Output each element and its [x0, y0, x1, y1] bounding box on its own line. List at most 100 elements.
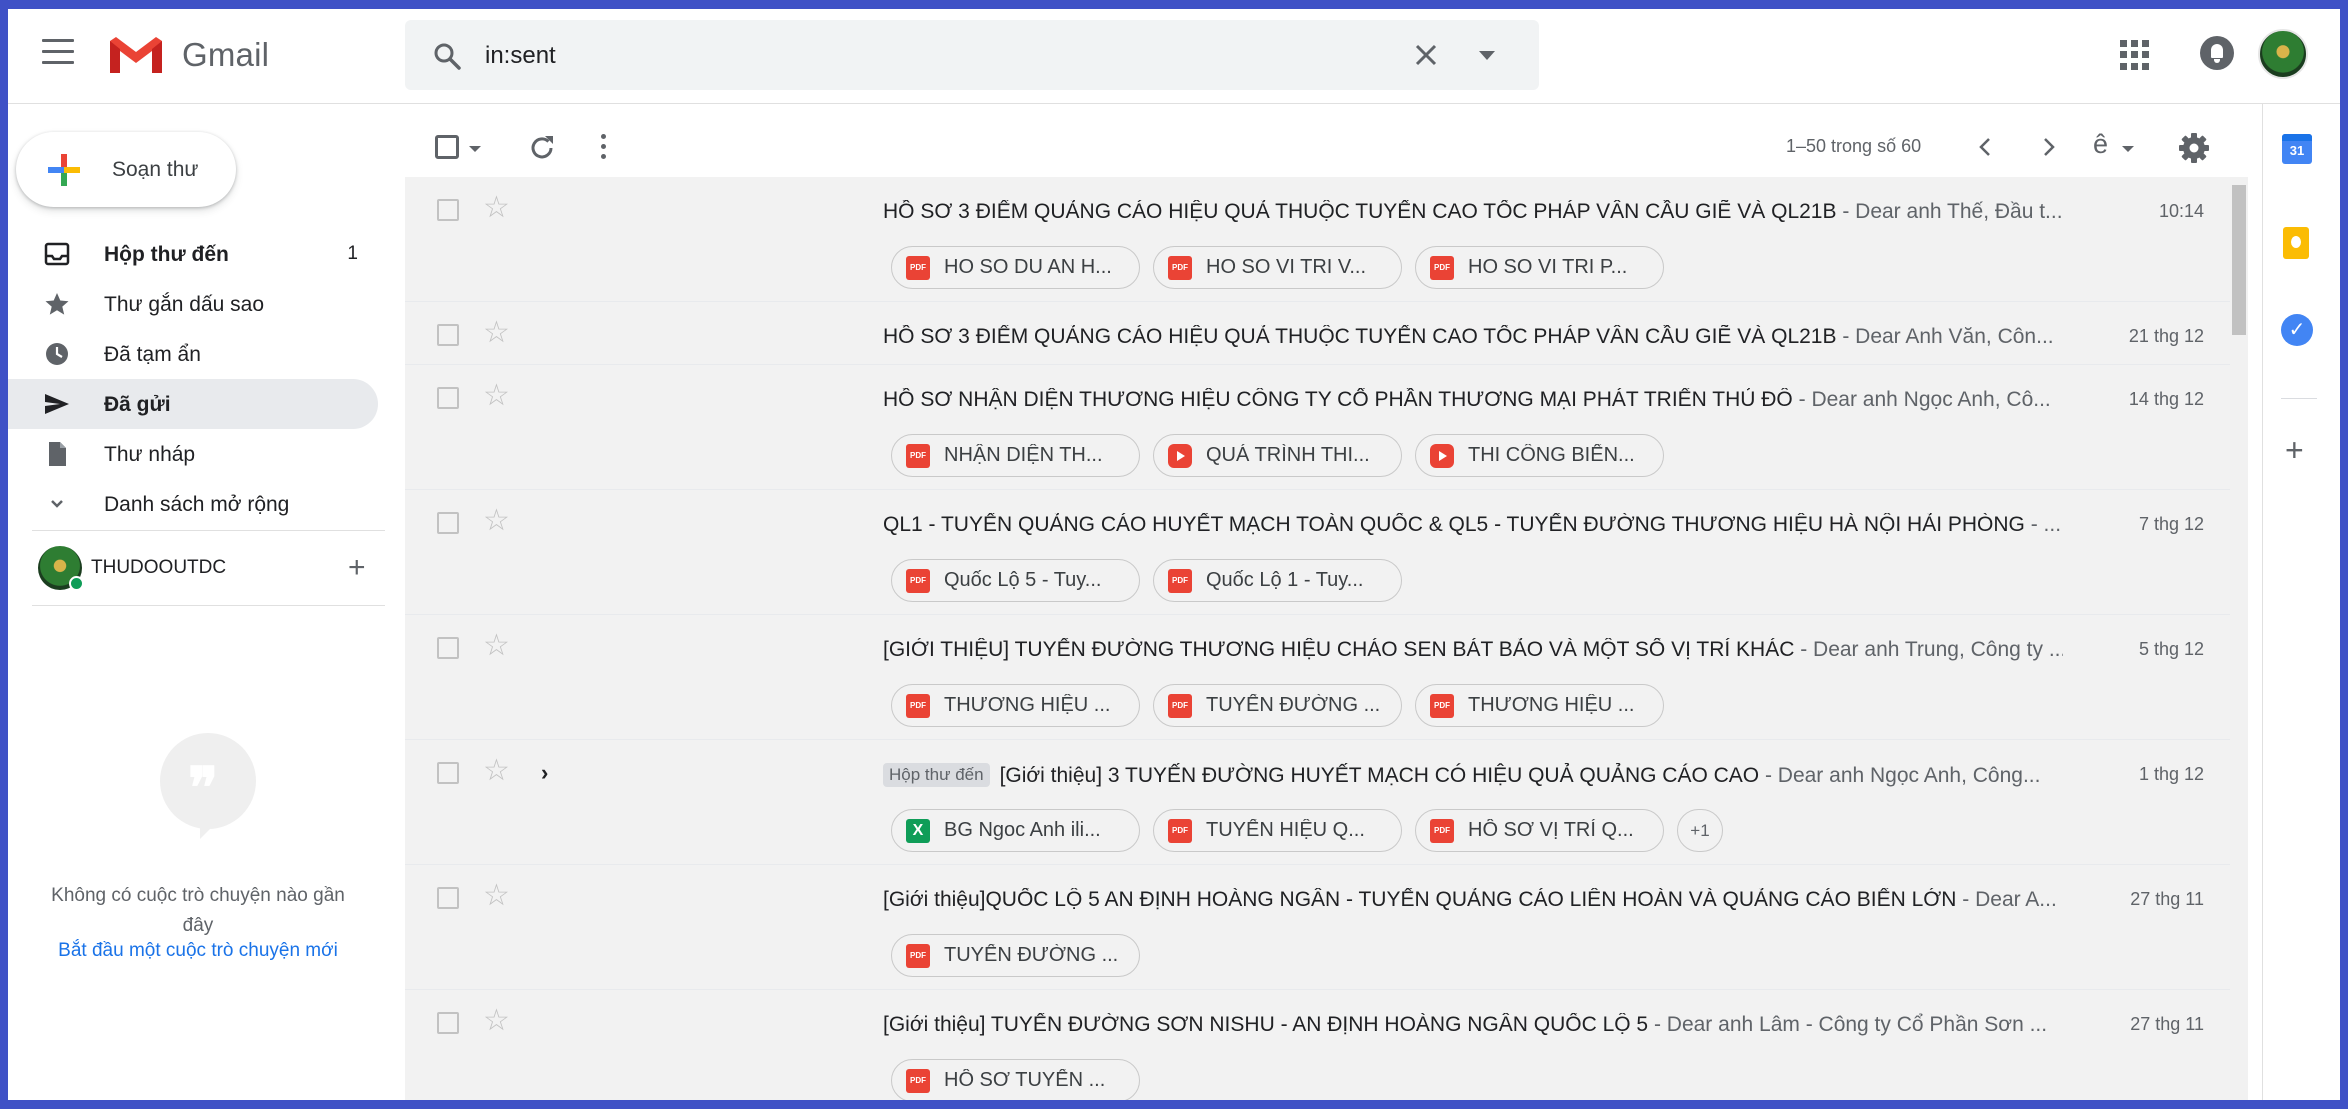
email-snippet: - Dear A...: [1956, 888, 2057, 911]
account-avatar[interactable]: [2258, 29, 2308, 79]
email-snippet: - ...: [2024, 513, 2062, 536]
chevron-right-icon[interactable]: [2035, 134, 2061, 160]
email-row[interactable]: ☆ [GIỚI THIỆU] TUYẾN ĐƯỜNG THƯƠNG HIỆU CH…: [405, 615, 2230, 740]
row-checkbox[interactable]: [437, 324, 459, 346]
email-subject: HỒ SƠ 3 ĐIỂM QUẢNG CÁO HIỆU QUẢ THUỘC TU…: [883, 325, 1837, 348]
sidebar-item-snoozed[interactable]: Đã tạm ẩn: [8, 329, 378, 379]
attachment-chip[interactable]: X BG Ngoc Anh ili...: [891, 809, 1140, 852]
video-file-icon: [1168, 443, 1192, 468]
notifications-icon[interactable]: [2200, 36, 2234, 70]
attachment-name: TUYẾN ĐƯỜNG ...: [1206, 694, 1381, 716]
scrollbar-thumb[interactable]: [2232, 185, 2246, 335]
attachment-chip[interactable]: PDF HO SO VI TRI V...: [1153, 246, 1402, 289]
row-checkbox[interactable]: [437, 512, 459, 534]
more-options-icon[interactable]: [601, 134, 607, 160]
email-row[interactable]: ☆ HỒ SƠ 3 ĐIỂM QUẢNG CÁO HIỆU QUẢ THUỘC T…: [405, 177, 2230, 302]
attachment-chip[interactable]: PDF THƯƠNG HIỆU ...: [891, 684, 1140, 727]
email-date: 1 thg 12: [2138, 764, 2204, 784]
email-row[interactable]: ☆ [Giới thiệu]QUỐC LỘ 5 AN ĐỊNH HOÀNG NGÂ…: [405, 865, 2230, 990]
row-checkbox[interactable]: [437, 637, 459, 659]
gmail-logo[interactable]: Gmail: [106, 29, 269, 81]
refresh-icon[interactable]: [527, 133, 557, 163]
email-date: 10:14: [2158, 201, 2204, 221]
importance-marker-icon[interactable]: ›: [541, 760, 548, 786]
search-icon[interactable]: [433, 42, 461, 70]
side-panel: 31 ✓ +: [2262, 104, 2340, 1100]
video-file-icon: [1430, 443, 1454, 468]
pdf-file-icon: PDF: [1430, 693, 1454, 718]
main-menu-icon[interactable]: [42, 39, 74, 67]
email-row[interactable]: ☆ › Hộp thư đến [Giới thiệu] 3 TUYẾN ĐƯỜNG …: [405, 740, 2230, 865]
attachment-name: Quốc Lộ 1 - Tuy...: [1206, 569, 1364, 591]
keep-icon[interactable]: [2283, 227, 2309, 259]
row-checkbox[interactable]: [437, 1012, 459, 1034]
scrollbar[interactable]: [2230, 177, 2248, 1100]
email-row[interactable]: ☆ HỒ SƠ 3 ĐIỂM QUẢNG CÁO HIỆU QUẢ THUỘC T…: [405, 302, 2230, 365]
attachment-chip[interactable]: PDF NHẬN DIỆN TH...: [891, 434, 1140, 477]
sidebar-item-starred[interactable]: Thư gắn dấu sao: [8, 279, 378, 329]
row-checkbox[interactable]: [437, 762, 459, 784]
tasks-icon[interactable]: ✓: [2281, 314, 2313, 346]
search-options-dropdown-icon[interactable]: [1479, 51, 1495, 60]
gear-icon[interactable]: [2178, 132, 2210, 164]
gmail-window: Gmail in:sent Soạn thư Hộp thư đến 1 Thư…: [8, 9, 2340, 1100]
attachment-chip[interactable]: PDF TUYẾN ĐƯỜNG ...: [1153, 684, 1402, 727]
sidebar-item-drafts[interactable]: Thư nháp: [8, 429, 378, 479]
star-toggle-icon[interactable]: ☆: [483, 318, 510, 348]
select-all-checkbox[interactable]: [435, 135, 459, 159]
input-tools-button[interactable]: ê: [2093, 129, 2108, 160]
clear-search-icon[interactable]: [1411, 40, 1441, 70]
star-toggle-icon[interactable]: ☆: [483, 381, 510, 411]
start-chat-link[interactable]: Bắt đầu một cuộc trò chuyện mới: [38, 940, 358, 962]
email-subject: HỒ SƠ 3 ĐIỂM QUẢNG CÁO HIỆU QUẢ THUỘC TU…: [883, 200, 1837, 223]
label-chip[interactable]: Hộp thư đến: [883, 763, 990, 787]
email-subject-line: Hộp thư đến [Giới thiệu] 3 TUYẾN ĐƯỜNG HU…: [883, 763, 2063, 788]
attachment-chip[interactable]: PDF TUYẾN HIỆU Q...: [1153, 809, 1402, 852]
star-toggle-icon[interactable]: ☆: [483, 506, 510, 536]
attachment-chip[interactable]: PDF HO SO VI TRI P...: [1415, 246, 1664, 289]
star-toggle-icon[interactable]: ☆: [483, 193, 510, 223]
search-bar[interactable]: in:sent: [405, 20, 1539, 90]
attachment-chip[interactable]: PDF Quốc Lộ 1 - Tuy...: [1153, 559, 1402, 602]
add-addon-plus-icon[interactable]: +: [2285, 434, 2304, 466]
attachment-chip[interactable]: PDF TUYẾN ĐƯỜNG ...: [891, 934, 1140, 977]
search-input[interactable]: in:sent: [485, 42, 556, 70]
new-chat-plus-icon[interactable]: +: [348, 553, 366, 583]
attachment-chip[interactable]: PDF HO SO DU AN H...: [891, 246, 1140, 289]
more-attachments-chip[interactable]: +1: [1677, 809, 1723, 852]
apps-grid-icon[interactable]: [2120, 40, 2150, 70]
clock-icon: [46, 343, 68, 365]
attachment-chip[interactable]: PDF THƯƠNG HIỆU ...: [1415, 684, 1664, 727]
attachment-chip[interactable]: PDF HỒ SƠ TUYẾN ...: [891, 1059, 1140, 1100]
row-checkbox[interactable]: [437, 199, 459, 221]
pdf-file-icon: PDF: [906, 255, 930, 280]
attachment-chip[interactable]: THI CÔNG BIỂN...: [1415, 434, 1664, 477]
attachment-chip[interactable]: PDF Quốc Lộ 5 - Tuy...: [891, 559, 1140, 602]
email-date: 21 thg 12: [2128, 326, 2204, 346]
email-row[interactable]: ☆ [Giới thiệu] TUYẾN ĐƯỜNG SƠN NISHU - AN…: [405, 990, 2230, 1100]
sidebar-item-more[interactable]: Danh sách mở rộng: [8, 479, 378, 529]
input-tools-dropdown-icon[interactable]: [2122, 146, 2134, 152]
pagination-range: 1–50 trong số 60: [1786, 136, 1922, 156]
attachment-chip[interactable]: QUÁ TRÌNH THI...: [1153, 434, 1402, 477]
email-row[interactable]: ☆ QL1 - TUYẾN QUẢNG CÁO HUYẾT MẠCH TOÀN Q…: [405, 490, 2230, 615]
row-checkbox[interactable]: [437, 887, 459, 909]
row-checkbox[interactable]: [437, 387, 459, 409]
star-toggle-icon[interactable]: ☆: [483, 756, 510, 786]
hangouts-user[interactable]: THUDOOUTDC +: [38, 544, 378, 594]
sidebar-item-inbox[interactable]: Hộp thư đến 1: [8, 229, 378, 279]
star-toggle-icon[interactable]: ☆: [483, 1006, 510, 1036]
star-toggle-icon[interactable]: ☆: [483, 631, 510, 661]
attachment-name: TUYẾN HIỆU Q...: [1206, 819, 1365, 841]
star-toggle-icon[interactable]: ☆: [483, 881, 510, 911]
attachment-chip[interactable]: PDF HỒ SƠ VỊ TRÍ Q...: [1415, 809, 1664, 852]
email-subject: QL1 - TUYẾN QUẢNG CÁO HUYẾT MẠCH TOÀN QU…: [883, 513, 2025, 536]
sidebar-item-sent[interactable]: Đã gửi: [8, 379, 378, 429]
email-row[interactable]: ☆ HỒ SƠ NHẬN DIỆN THƯƠNG HIỆU CÔNG TY CỔ …: [405, 365, 2230, 490]
attachment-chips: PDF HỒ SƠ TUYẾN ...: [891, 1059, 1153, 1100]
online-status-icon: [69, 576, 84, 591]
select-dropdown-icon[interactable]: [469, 146, 481, 152]
calendar-icon[interactable]: 31: [2282, 134, 2312, 164]
chevron-left-icon[interactable]: [1973, 134, 1999, 160]
compose-button[interactable]: Soạn thư: [16, 132, 236, 207]
